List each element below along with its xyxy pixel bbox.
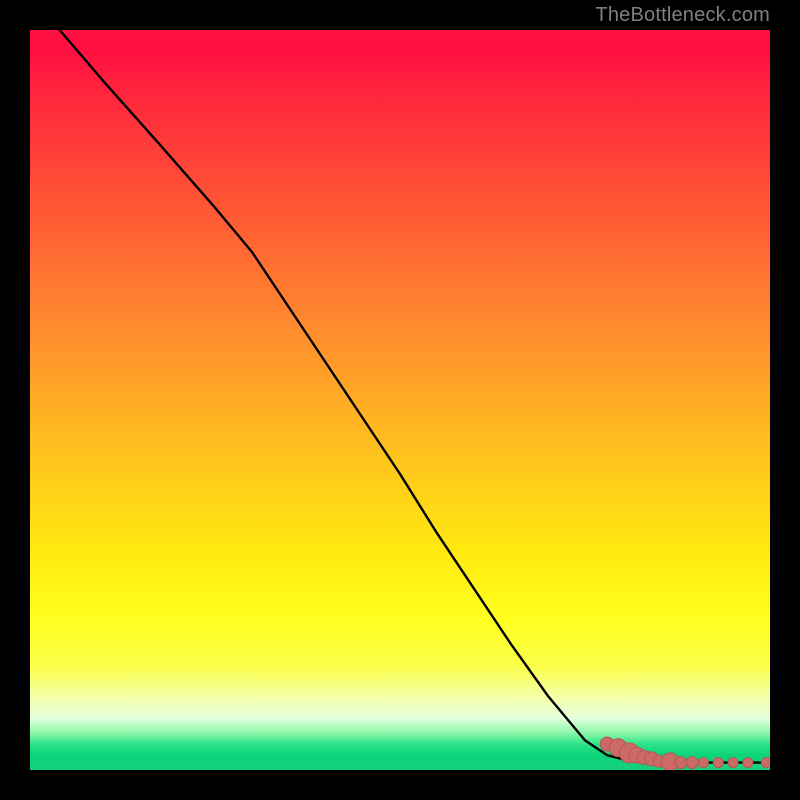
marker-point <box>728 758 738 768</box>
marker-point <box>761 758 770 768</box>
marker-point <box>713 758 723 768</box>
plot-area <box>30 30 770 770</box>
marker-point <box>743 758 753 768</box>
marker-point <box>698 758 708 768</box>
marker-group <box>600 737 770 770</box>
credit-label: TheBottleneck.com <box>595 4 770 27</box>
chart-frame: TheBottleneck.com <box>0 0 800 800</box>
marker-point <box>686 757 698 769</box>
marker-point <box>675 757 687 769</box>
chart-overlay <box>30 30 770 770</box>
curve-line <box>60 30 770 763</box>
